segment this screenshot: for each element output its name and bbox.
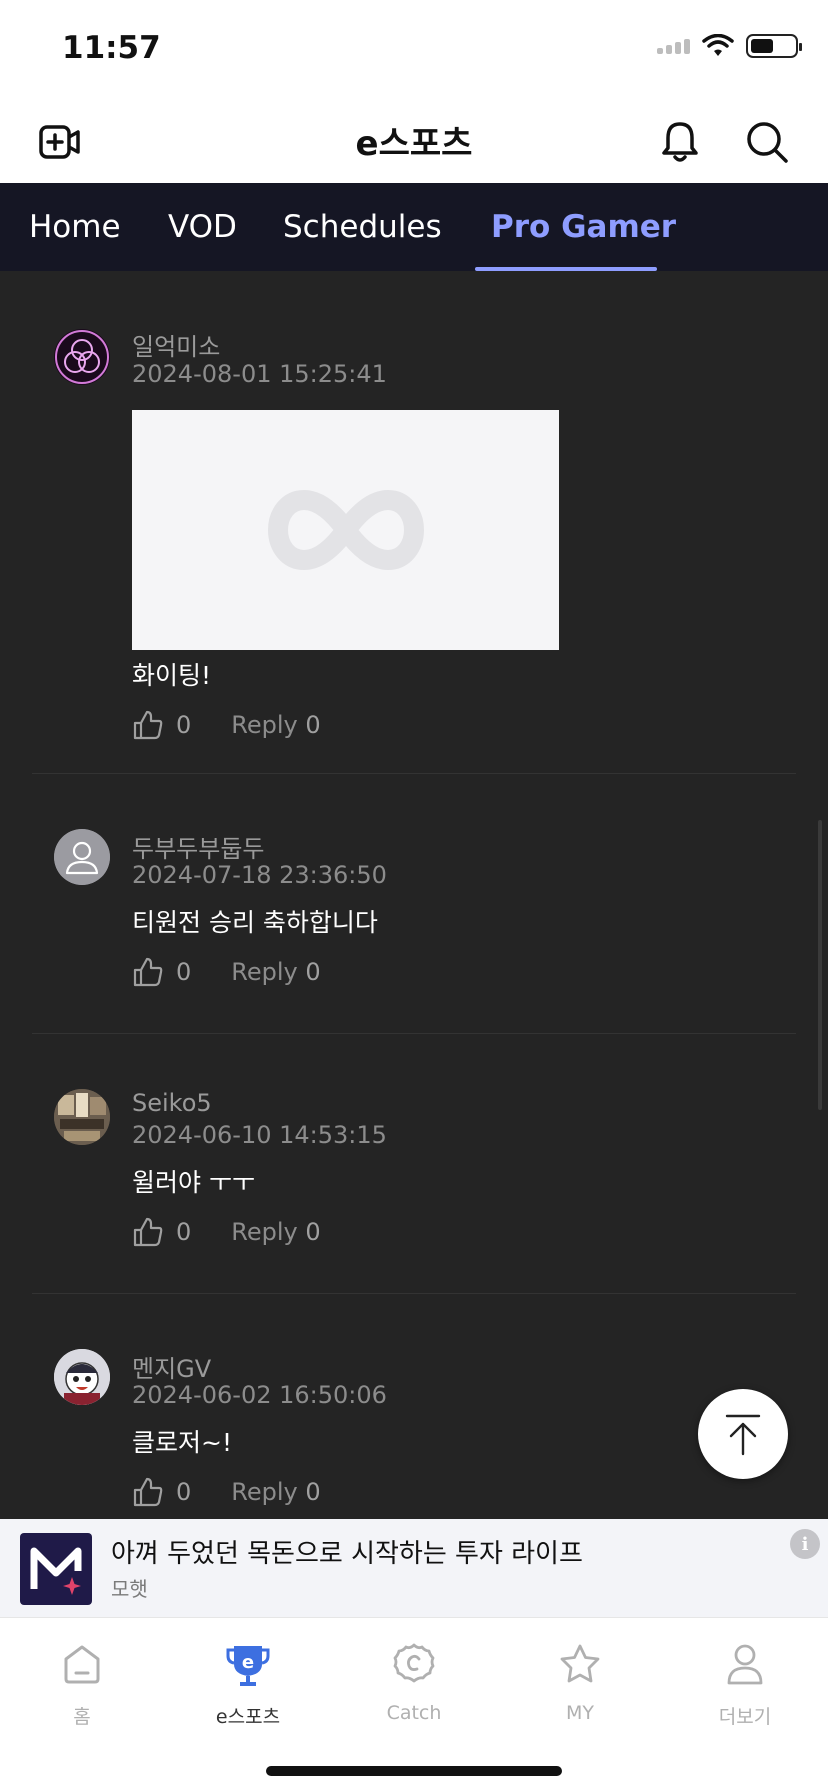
comment-item: Seiko5 2024-06-10 14:53:15 윌러야 ㅜㅜ 0 Repl… <box>32 1034 796 1294</box>
comment-actions: 0 Reply 0 <box>132 954 321 990</box>
reply-label: Reply <box>231 958 298 986</box>
comment-item: 멘지GV 2024-06-02 16:50:06 클로저~! 0 Reply 0 <box>32 1294 796 1519</box>
like-count: 0 <box>176 958 192 986</box>
scroll-to-top-button[interactable] <box>698 1389 788 1479</box>
reply-button[interactable]: Reply 0 <box>231 1218 320 1246</box>
reply-button[interactable]: Reply 0 <box>231 711 320 739</box>
comment-text: 화이팅! <box>132 661 212 690</box>
reply-count: 0 <box>305 711 321 739</box>
search-button[interactable] <box>743 118 791 166</box>
thumbs-up-icon <box>133 1217 163 1247</box>
tab-vod[interactable]: VOD <box>168 209 237 245</box>
avatar[interactable] <box>54 1089 110 1145</box>
battery-icon <box>746 34 802 58</box>
svg-text:e: e <box>242 1652 254 1673</box>
reply-label: Reply <box>231 711 298 739</box>
nav-home[interactable]: 홈 <box>27 1640 137 1729</box>
like-button[interactable]: 0 <box>132 1216 191 1248</box>
comment-text: 윌러야 ㅜㅜ <box>132 1168 255 1197</box>
comment-nickname[interactable]: 일억미소 <box>132 327 220 362</box>
like-count: 0 <box>176 711 192 739</box>
app-header: 11:57 e스포츠 <box>0 0 828 183</box>
nav-more[interactable]: 더보기 <box>690 1640 800 1729</box>
home-icon <box>64 1645 100 1684</box>
notification-button[interactable] <box>656 118 704 166</box>
ad-info-icon[interactable]: i <box>790 1529 820 1559</box>
image-placeholder-icon <box>267 489 424 571</box>
comment-date: 2024-06-10 14:53:15 <box>132 1121 387 1149</box>
comment-item: 두부두부둡두 2024-07-18 23:36:50 티원전 승리 축하합니다 … <box>32 774 796 1034</box>
status-time: 11:57 <box>62 30 161 66</box>
reply-button[interactable]: Reply 0 <box>231 1478 320 1506</box>
reply-label: Reply <box>231 1478 298 1506</box>
tab-home[interactable]: Home <box>29 209 121 245</box>
avatar[interactable] <box>54 829 110 885</box>
reply-button[interactable]: Reply 0 <box>231 958 320 986</box>
comment-date: 2024-08-01 15:25:41 <box>132 360 387 388</box>
nav-my[interactable]: MY <box>525 1640 635 1724</box>
reply-label: Reply <box>231 1218 298 1246</box>
comment-nickname[interactable]: 두부두부둡두 <box>132 829 264 864</box>
comment-item: 일억미소 2024-08-01 15:25:41 화이팅! 0 Reply 0 <box>32 271 796 774</box>
nav-label: MY <box>566 1702 594 1724</box>
comment-image[interactable] <box>132 410 559 650</box>
comment-date: 2024-06-02 16:50:06 <box>132 1381 387 1409</box>
ad-title: 아껴 두었던 목돈으로 시작하는 투자 라이프 <box>111 1539 583 1569</box>
like-button[interactable]: 0 <box>132 956 191 988</box>
wifi-icon <box>702 34 734 56</box>
comment-list: 일억미소 2024-08-01 15:25:41 화이팅! 0 Reply 0 <box>0 271 828 1519</box>
avatar[interactable] <box>54 329 110 385</box>
reply-count: 0 <box>305 958 321 986</box>
comment-date: 2024-07-18 23:36:50 <box>132 861 387 889</box>
person-icon <box>727 1644 763 1685</box>
nav-label: Catch <box>386 1702 442 1724</box>
status-icons <box>657 34 802 58</box>
star-icon <box>560 1644 600 1683</box>
comment-text: 티원전 승리 축하합니다 <box>132 908 378 937</box>
thumbs-up-icon <box>133 710 163 740</box>
like-count: 0 <box>176 1478 192 1506</box>
nav-catch[interactable]: Catch <box>359 1640 469 1724</box>
nav-label: 더보기 <box>718 1706 772 1728</box>
like-count: 0 <box>176 1218 192 1246</box>
comment-actions: 0 Reply 0 <box>132 1214 321 1250</box>
ad-banner[interactable]: 아껴 두었던 목돈으로 시작하는 투자 라이프 모햇 i <box>0 1519 828 1617</box>
nav-label: e스포츠 <box>215 1706 281 1728</box>
tab-bar: Home VOD Schedules Pro Gamer <box>0 183 828 271</box>
tab-pro-gamer[interactable]: Pro Gamer <box>491 209 676 245</box>
arrow-up-icon <box>725 1414 761 1456</box>
catch-icon <box>393 1643 435 1683</box>
like-button[interactable]: 0 <box>132 1476 191 1508</box>
thumbs-up-icon <box>133 1477 163 1507</box>
m-logo-icon <box>30 1547 82 1595</box>
comment-actions: 0 Reply 0 <box>132 707 321 743</box>
nav-esports[interactable]: e e스포츠 <box>193 1640 303 1729</box>
nav-label: 홈 <box>73 1706 91 1728</box>
like-button[interactable]: 0 <box>132 709 191 741</box>
esports-icon: e <box>226 1646 270 1686</box>
cellular-signal-icon <box>657 38 690 54</box>
thumbs-up-icon <box>133 957 163 987</box>
scrollbar[interactable] <box>818 820 822 1110</box>
tab-schedules[interactable]: Schedules <box>283 209 442 245</box>
comment-nickname[interactable]: 멘지GV <box>132 1349 211 1384</box>
advertiser-logo <box>20 1533 92 1605</box>
ad-advertiser: 모햇 <box>111 1577 148 1601</box>
bell-icon <box>662 122 698 162</box>
comment-nickname[interactable]: Seiko5 <box>132 1089 212 1117</box>
reply-count: 0 <box>305 1478 321 1506</box>
home-indicator <box>266 1766 562 1776</box>
avatar[interactable] <box>54 1349 110 1405</box>
comment-actions: 0 Reply 0 <box>132 1474 321 1510</box>
comment-text: 클로저~! <box>132 1428 232 1457</box>
search-icon <box>747 122 788 163</box>
reply-count: 0 <box>305 1218 321 1246</box>
default-avatar-icon <box>54 829 110 885</box>
